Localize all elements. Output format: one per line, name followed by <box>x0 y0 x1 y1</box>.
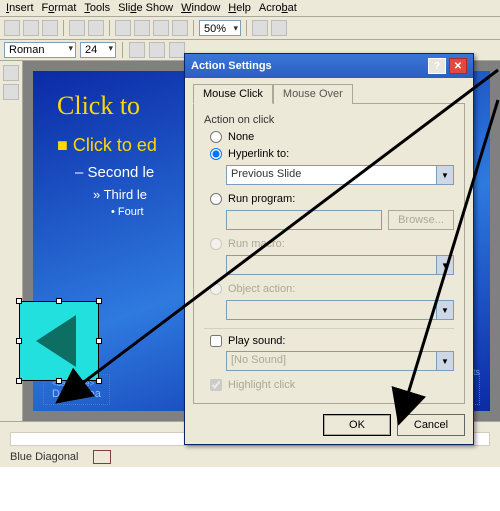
resize-handle[interactable] <box>16 338 22 344</box>
resize-handle[interactable] <box>96 298 102 304</box>
check-highlight-click: Highlight click <box>210 379 454 391</box>
radio-run-program-input[interactable] <box>210 193 222 205</box>
zoom-combo[interactable]: 50% <box>199 20 241 36</box>
chevron-down-icon: ▼ <box>436 301 453 319</box>
action-settings-dialog: Action Settings ? ✕ Mouse Click Mouse Ov… <box>184 53 474 445</box>
radio-run-macro-input <box>210 238 222 250</box>
ok-button[interactable]: OK <box>323 414 391 436</box>
dialog-title: Action Settings <box>191 60 272 72</box>
radio-none-input[interactable] <box>210 131 222 143</box>
bold-icon[interactable] <box>129 42 145 58</box>
tables-icon[interactable] <box>134 20 150 36</box>
run-macro-combo: ▼ <box>226 255 454 275</box>
acrobat-icon[interactable] <box>271 20 287 36</box>
menu-tools[interactable]: Tools <box>84 2 110 14</box>
radio-none[interactable]: None <box>210 131 454 143</box>
slides-icon[interactable] <box>3 84 19 100</box>
play-sound-combo: [No Sound]▼ <box>226 351 454 371</box>
radio-run-macro-label: Run macro: <box>228 238 285 250</box>
resize-handle[interactable] <box>16 378 22 384</box>
check-play-sound-input[interactable] <box>210 335 222 347</box>
browse-button: Browse... <box>388 210 454 230</box>
resize-handle[interactable] <box>56 298 62 304</box>
run-program-path-input <box>226 210 382 230</box>
undo-icon[interactable] <box>69 20 85 36</box>
help-icon[interactable] <box>252 20 268 36</box>
resize-handle[interactable] <box>16 298 22 304</box>
menu-bar: Insert Format Tools Slide Show Window He… <box>0 0 500 17</box>
menu-format[interactable]: Format <box>42 2 77 14</box>
radio-none-label: None <box>228 131 254 143</box>
cut-icon[interactable] <box>4 20 20 36</box>
italic-icon[interactable] <box>149 42 165 58</box>
chevron-down-icon[interactable]: ▼ <box>436 166 453 184</box>
chevron-down-icon: ▼ <box>436 256 453 274</box>
font-name-combo[interactable]: Roman <box>4 42 76 58</box>
font-size-combo[interactable]: 24 <box>80 42 116 58</box>
paste-icon[interactable] <box>42 20 58 36</box>
check-play-sound-label: Play sound: <box>228 335 285 347</box>
radio-hyperlink[interactable]: Hyperlink to: <box>210 148 454 160</box>
check-highlight-click-label: Highlight click <box>228 379 295 391</box>
action-button-back-shape[interactable] <box>19 301 99 381</box>
menu-acrobat[interactable]: Acrobat <box>259 2 297 14</box>
hyperlink-target-combo[interactable]: Previous Slide▼ <box>226 165 454 185</box>
dialog-titlebar[interactable]: Action Settings ? ✕ <box>185 54 473 78</box>
underline-icon[interactable] <box>169 42 185 58</box>
resize-handle[interactable] <box>56 378 62 384</box>
radio-object-action: Object action: <box>210 283 454 295</box>
tab-mouse-click[interactable]: Mouse Click <box>193 84 273 104</box>
cancel-button[interactable]: Cancel <box>397 414 465 436</box>
radio-run-macro: Run macro: <box>210 238 454 250</box>
check-highlight-click-input <box>210 379 222 391</box>
radio-run-program-label: Run program: <box>228 193 295 205</box>
chart-icon[interactable] <box>153 20 169 36</box>
outline-icon[interactable] <box>3 65 19 81</box>
resize-handle[interactable] <box>96 378 102 384</box>
close-button[interactable]: ✕ <box>449 58 467 74</box>
master-thumbnail-icon[interactable] <box>93 450 111 464</box>
dialog-tabs: Mouse Click Mouse Over <box>193 84 465 104</box>
menu-help[interactable]: Help <box>228 2 251 14</box>
insert-hyperlink-icon[interactable] <box>115 20 131 36</box>
radio-hyperlink-label: Hyperlink to: <box>228 148 289 160</box>
tab-mouse-over[interactable]: Mouse Over <box>273 84 353 104</box>
resize-handle[interactable] <box>96 338 102 344</box>
radio-object-action-input <box>210 283 222 295</box>
redo-icon[interactable] <box>88 20 104 36</box>
check-play-sound[interactable]: Play sound: <box>210 335 454 347</box>
radio-hyperlink-input[interactable] <box>210 148 222 160</box>
menu-insert[interactable]: Insert <box>6 2 34 14</box>
tab-panel-mouse-click: Action on click None Hyperlink to: Previ… <box>193 103 465 404</box>
master-name: Blue Diagonal <box>10 451 79 463</box>
object-action-combo: ▼ <box>226 300 454 320</box>
radio-run-program[interactable]: Run program: <box>210 193 454 205</box>
standard-toolbar: 50% <box>0 17 500 40</box>
new-slide-icon[interactable] <box>172 20 188 36</box>
radio-object-action-label: Object action: <box>228 283 295 295</box>
copy-icon[interactable] <box>23 20 39 36</box>
action-on-click-label: Action on click <box>204 114 454 126</box>
menu-window[interactable]: Window <box>181 2 220 14</box>
help-button[interactable]: ? <box>428 58 446 74</box>
menu-slideshow[interactable]: Slide Show <box>118 2 173 14</box>
chevron-down-icon: ▼ <box>436 352 453 370</box>
